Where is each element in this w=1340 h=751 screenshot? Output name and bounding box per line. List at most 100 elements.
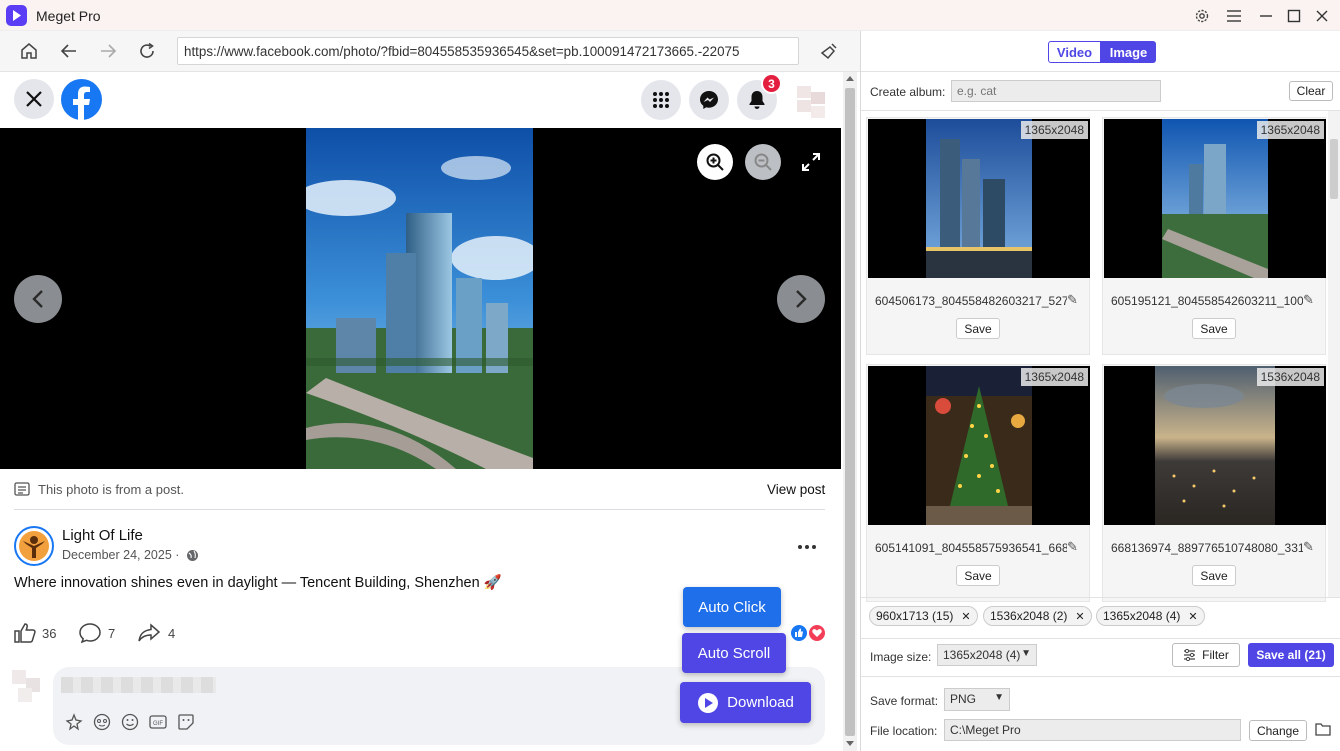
post-caption: Where innovation shines even in daylight… [14, 575, 502, 591]
image-dimensions: 1536x2048 [1256, 368, 1324, 386]
folder-icon[interactable] [1315, 722, 1331, 741]
image-card[interactable]: 1365x2048 605141091_804558575936541_6689… [866, 364, 1090, 602]
save-format-label: Save format: [870, 694, 939, 708]
sticker-icon[interactable] [177, 713, 195, 736]
mask-emoji-icon[interactable] [93, 713, 111, 736]
zoom-in-icon[interactable] [697, 144, 733, 180]
save-format-value: PNG [950, 692, 977, 706]
edit-pencil-icon[interactable]: ✎ [1067, 539, 1078, 555]
author-name[interactable]: Light Of Life [62, 527, 143, 544]
maximize-icon[interactable] [1282, 4, 1306, 28]
filter-button[interactable]: Filter [1172, 643, 1240, 667]
album-input[interactable] [951, 80, 1161, 102]
save-format-select[interactable]: PNG ▼ [944, 688, 1010, 711]
previous-photo-button[interactable] [14, 275, 62, 323]
comment-placeholder [61, 677, 216, 693]
photo-note: This photo is from a post. [38, 482, 184, 497]
like-count[interactable]: 36 [42, 626, 56, 641]
edit-pencil-icon[interactable]: ✎ [1067, 292, 1078, 308]
image-card[interactable]: 1365x2048 604506173_804558482603217_5274… [866, 117, 1090, 355]
size-filter-chip[interactable]: 1365x2048 (4) ✕ [1096, 606, 1205, 626]
next-photo-button[interactable] [777, 275, 825, 323]
remove-chip-icon[interactable]: ✕ [1075, 611, 1084, 623]
chip-label: 1365x2048 (4) [1103, 609, 1181, 623]
clean-broom-icon[interactable] [815, 37, 843, 65]
scroll-thumb[interactable] [845, 88, 855, 736]
auto-click-button[interactable]: Auto Click [683, 587, 781, 627]
zoom-out-icon[interactable] [745, 144, 781, 180]
image-size-value: 1365x2048 (4) [943, 648, 1021, 662]
save-image-button[interactable]: Save [1192, 565, 1236, 586]
back-icon[interactable] [55, 37, 83, 65]
size-filter-chip[interactable]: 1536x2048 (2) ✕ [983, 606, 1092, 626]
panel-scroll-thumb[interactable] [1330, 139, 1338, 199]
emoji-icon[interactable] [121, 713, 139, 736]
like-reaction-icon [790, 624, 808, 642]
profile-avatar[interactable] [785, 80, 829, 124]
image-thumbnail[interactable]: 1536x2048 [1104, 366, 1326, 525]
reload-icon[interactable] [133, 37, 161, 65]
messenger-icon[interactable] [689, 80, 729, 120]
image-thumbnail[interactable]: 1365x2048 [868, 366, 1090, 525]
file-location-field[interactable]: C:\Meget Pro [944, 719, 1241, 741]
scroll-down-arrow[interactable] [846, 741, 854, 746]
image-thumbnail[interactable]: 1365x2048 [868, 119, 1090, 278]
svg-text:GIF: GIF [153, 721, 163, 727]
home-icon[interactable] [15, 37, 43, 65]
close-photo-button[interactable] [14, 79, 54, 119]
save-image-button[interactable]: Save [956, 318, 1000, 339]
save-image-button[interactable]: Save [1192, 318, 1236, 339]
remove-chip-icon[interactable]: ✕ [1188, 611, 1197, 623]
address-bar[interactable]: https://www.facebook.com/photo/?fbid=804… [177, 37, 799, 65]
facebook-logo-icon[interactable] [61, 79, 102, 120]
meget-logo-icon [697, 692, 719, 714]
auto-scroll-button[interactable]: Auto Scroll [682, 633, 786, 673]
tab-video[interactable]: Video [1048, 41, 1101, 63]
avatar-sticker-icon[interactable] [65, 713, 83, 736]
chevron-down-icon: ▼ [1021, 648, 1031, 659]
panel-scrollbar[interactable] [1328, 111, 1340, 597]
author-avatar[interactable] [14, 526, 54, 566]
save-all-button[interactable]: Save all (21) [1248, 643, 1334, 667]
close-window-icon[interactable] [1310, 4, 1334, 28]
title-bar: Meget Pro [0, 0, 1340, 31]
edit-pencil-icon[interactable]: ✎ [1303, 539, 1314, 555]
image-thumbnail[interactable]: 1365x2048 [1104, 119, 1326, 278]
image-dimensions: 1365x2048 [1020, 368, 1088, 386]
download-button[interactable]: Download [680, 682, 811, 723]
image-size-select[interactable]: 1365x2048 (4) ▼ [937, 644, 1037, 666]
view-post-link[interactable]: View post [767, 482, 825, 497]
settings-icon[interactable] [1190, 4, 1214, 28]
more-options-icon[interactable] [797, 537, 817, 555]
image-card[interactable]: 1365x2048 605195121_804558542603211_1001… [1102, 117, 1326, 355]
share-icon[interactable] [138, 623, 161, 648]
share-count[interactable]: 4 [168, 626, 175, 641]
menu-grid-icon[interactable] [641, 80, 681, 120]
image-card[interactable]: 1536x2048 668136974_889776510748080_3314… [1102, 364, 1326, 602]
forward-icon[interactable] [94, 37, 122, 65]
size-filter-chip[interactable]: 960x1713 (15) ✕ [869, 606, 978, 626]
remove-chip-icon[interactable]: ✕ [961, 611, 970, 623]
comment-count[interactable]: 7 [108, 626, 115, 641]
save-image-button[interactable]: Save [956, 565, 1000, 586]
edit-pencil-icon[interactable]: ✎ [1303, 292, 1314, 308]
like-icon[interactable] [14, 623, 36, 648]
tab-image[interactable]: Image [1101, 41, 1156, 63]
clear-button[interactable]: Clear [1289, 81, 1333, 101]
media-panel: Video Image Create album: Clear 1365x204… [861, 31, 1340, 751]
comment-icon[interactable] [79, 623, 101, 648]
filter-label: Filter [1202, 648, 1229, 662]
post-date[interactable]: December 24, 2025 · [62, 548, 179, 562]
change-location-button[interactable]: Change [1249, 720, 1307, 741]
photo-viewer [0, 128, 841, 469]
gif-icon[interactable]: GIF [149, 713, 167, 736]
chevron-down-icon: ▼ [994, 692, 1004, 703]
fullscreen-icon[interactable] [797, 148, 825, 176]
scroll-up-arrow[interactable] [846, 76, 854, 81]
minimize-icon[interactable] [1254, 4, 1278, 28]
love-reaction-icon [808, 624, 826, 642]
app-logo-icon [6, 5, 27, 26]
page-scrollbar[interactable] [843, 72, 857, 751]
divider [861, 597, 1340, 598]
menu-icon[interactable] [1222, 4, 1246, 28]
